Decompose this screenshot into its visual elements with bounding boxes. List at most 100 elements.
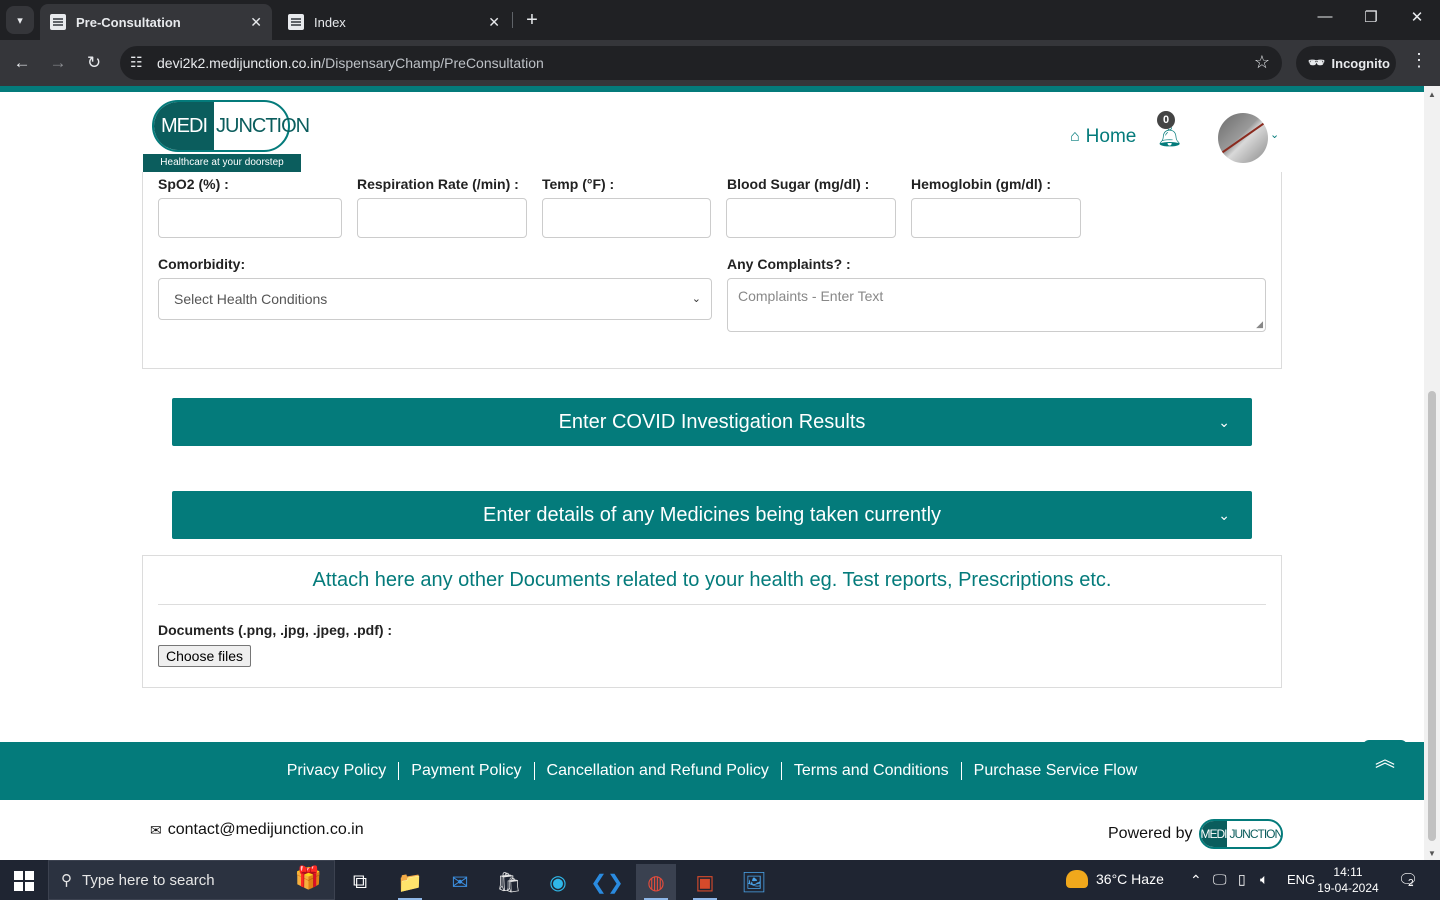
taskbar-search-placeholder: Type here to search — [82, 871, 215, 889]
purchase-service-flow-link[interactable]: Purchase Service Flow — [962, 762, 1150, 780]
scroll-down-arrow-icon[interactable]: ▼ — [1428, 849, 1436, 858]
weather-haze-icon — [1066, 870, 1088, 888]
chevron-down-icon: ⌄ — [1218, 414, 1230, 430]
task-view-icon[interactable]: ⧉ — [340, 864, 380, 900]
documents-card: Attach here any other Documents related … — [142, 555, 1282, 688]
tab-index[interactable]: Index ✕ — [278, 4, 510, 40]
edge-browser-icon[interactable]: ◉ — [538, 864, 578, 900]
taskbar-clock[interactable]: 14:11 19-04-2024 — [1316, 864, 1380, 896]
microsoft-store-icon[interactable]: 🛍 — [489, 864, 529, 900]
documents-title: Attach here any other Documents related … — [312, 569, 1112, 591]
search-highlight-icon: 🎁 — [294, 865, 322, 890]
taskbar-search-box[interactable]: ⚲ Type here to search 🎁 — [48, 860, 335, 900]
tab-pre-consultation[interactable]: Pre-Consultation ✕ — [40, 4, 272, 40]
comorbidity-label: Comorbidity: — [158, 256, 246, 272]
scroll-up-arrow-icon[interactable]: ▲ — [1428, 90, 1436, 99]
logo-medi-text: MEDI — [154, 102, 214, 150]
privacy-policy-link[interactable]: Privacy Policy — [275, 762, 400, 780]
comorbidity-placeholder: Select Health Conditions — [174, 291, 328, 307]
url-text[interactable]: devi2k2.medijunction.co.in/DispensaryCha… — [157, 55, 544, 71]
cancellation-refund-policy-link[interactable]: Cancellation and Refund Policy — [535, 762, 782, 780]
url-path: /DispensaryChamp/PreConsultation — [321, 55, 544, 71]
medijunction-logo[interactable]: MEDI JUNCTION Healthcare at your doorste… — [143, 100, 310, 172]
vscode-icon[interactable]: ❮❯ — [587, 864, 627, 900]
comorbidity-select[interactable]: Select Health Conditions ⌄ — [158, 278, 712, 320]
user-avatar[interactable] — [1218, 113, 1268, 163]
choose-files-button[interactable]: Choose files — [158, 645, 252, 667]
language-indicator[interactable]: ENG — [1287, 872, 1315, 887]
blood-sugar-label: Blood Sugar (mg/dl) : — [727, 176, 870, 192]
logo-tagline: Healthcare at your doorstep — [143, 154, 301, 172]
header-top-border — [0, 86, 1424, 92]
bookmark-star-icon[interactable]: ☆ — [1254, 52, 1270, 73]
documents-label: Documents (.png, .jpg, .jpeg, .pdf) : — [158, 622, 393, 638]
reload-icon[interactable]: ↻ — [81, 50, 107, 76]
medicines-accordion[interactable]: Enter details of any Medicines being tak… — [172, 491, 1252, 539]
home-icon: ⌂ — [1070, 128, 1080, 145]
logo-junction-text: JUNCTION — [216, 114, 310, 137]
vitals-card: SpO2 (%) : Respiration Rate (/min) : Tem… — [142, 172, 1282, 369]
volume-icon[interactable]: 🔈︎ — [1260, 871, 1268, 888]
windows-start-icon[interactable] — [14, 871, 34, 891]
notification-center-count: 2 — [1408, 878, 1414, 889]
temp-input[interactable] — [542, 198, 711, 238]
tab-search-chevron-icon[interactable]: ▾ — [6, 6, 34, 34]
weather-widget[interactable]: 36°C Haze — [1066, 870, 1164, 888]
covid-results-accordion[interactable]: Enter COVID Investigation Results ⌄ — [172, 398, 1252, 446]
profile-chevron-down-icon[interactable]: ⌄ — [1270, 128, 1279, 141]
back-arrow-icon[interactable]: ← — [9, 50, 35, 76]
tab-close-icon[interactable]: ✕ — [250, 14, 262, 31]
forward-arrow-icon[interactable]: → — [45, 50, 71, 76]
logo-badge: MEDI JUNCTION — [152, 100, 310, 152]
chevron-down-icon: ⌄ — [691, 293, 701, 305]
page-favicon-icon — [288, 14, 304, 30]
minimize-icon[interactable]: — — [1310, 8, 1340, 25]
powerpoint-icon[interactable]: ▣ — [685, 864, 725, 900]
powered-by-logo: MEDI JUNCTION — [1198, 819, 1283, 849]
weather-text: 36°C Haze — [1096, 871, 1164, 887]
chevron-down-icon: ⌄ — [1218, 507, 1230, 523]
powered-logo-medi: MEDI — [1200, 821, 1228, 847]
restore-icon[interactable]: ❐ — [1356, 8, 1386, 26]
footer-links-bar: Privacy Policy Payment Policy Cancellati… — [0, 742, 1424, 800]
page-scrollbar[interactable]: ▲ ▼ — [1424, 86, 1440, 860]
powered-by-text: Powered by — [1108, 825, 1193, 842]
blood-sugar-input[interactable] — [726, 198, 896, 238]
photos-app-icon[interactable]: 🖼 — [734, 864, 774, 900]
incognito-indicator[interactable]: 🕶 Incognito — [1296, 46, 1396, 80]
complaints-label: Any Complaints? : — [727, 256, 851, 272]
network-icon[interactable]: 🖵 — [1213, 871, 1227, 888]
browser-toolbar: ← → ↻ ☷ devi2k2.medijunction.co.in/Dispe… — [0, 40, 1440, 86]
site-settings-icon[interactable]: ☷ — [130, 54, 143, 71]
browser-menu-icon[interactable]: ⋮ — [1410, 50, 1428, 71]
double-chevron-up-icon: ︽ — [1375, 749, 1395, 771]
tab-divider — [512, 12, 513, 28]
address-bar[interactable]: ☷ devi2k2.medijunction.co.in/DispensaryC… — [120, 46, 1282, 80]
url-host: devi2k2.medijunction.co.in — [157, 55, 322, 71]
clock-time: 14:11 — [1333, 865, 1363, 879]
temp-label: Temp (°F) : — [542, 176, 615, 192]
battery-icon[interactable]: ▯ — [1238, 871, 1246, 888]
complaints-textarea[interactable]: Complaints - Enter Text ◢ — [727, 278, 1266, 332]
respiration-input[interactable] — [357, 198, 527, 238]
tray-chevron-up-icon[interactable]: ⌃ — [1190, 872, 1202, 889]
file-explorer-icon[interactable]: 📁 — [390, 864, 430, 900]
incognito-icon: 🕶 — [1308, 55, 1325, 70]
hemoglobin-label: Hemoglobin (gm/dl) : — [911, 176, 1051, 192]
payment-policy-link[interactable]: Payment Policy — [399, 762, 535, 780]
window-close-icon[interactable]: ✕ — [1402, 8, 1432, 26]
contact-email-text: contact@medijunction.co.in — [167, 821, 364, 838]
spo2-input[interactable] — [158, 198, 342, 238]
contact-email[interactable]: ✉ contact@medijunction.co.in — [150, 821, 364, 839]
scrollbar-thumb[interactable] — [1428, 391, 1436, 841]
tab-close-icon[interactable]: ✕ — [488, 14, 500, 31]
mail-icon[interactable]: ✉ — [440, 864, 480, 900]
terms-conditions-link[interactable]: Terms and Conditions — [782, 762, 962, 780]
home-link[interactable]: ⌂ Home — [1070, 126, 1136, 148]
hemoglobin-input[interactable] — [911, 198, 1081, 238]
resize-grip-icon[interactable]: ◢ — [1256, 319, 1263, 330]
new-tab-button[interactable]: + — [520, 8, 544, 32]
scroll-to-top-button[interactable]: ︽ — [1363, 740, 1407, 780]
powered-logo-junction: JUNCTION — [1229, 827, 1283, 841]
chrome-browser-icon[interactable]: ◍ — [636, 864, 676, 900]
